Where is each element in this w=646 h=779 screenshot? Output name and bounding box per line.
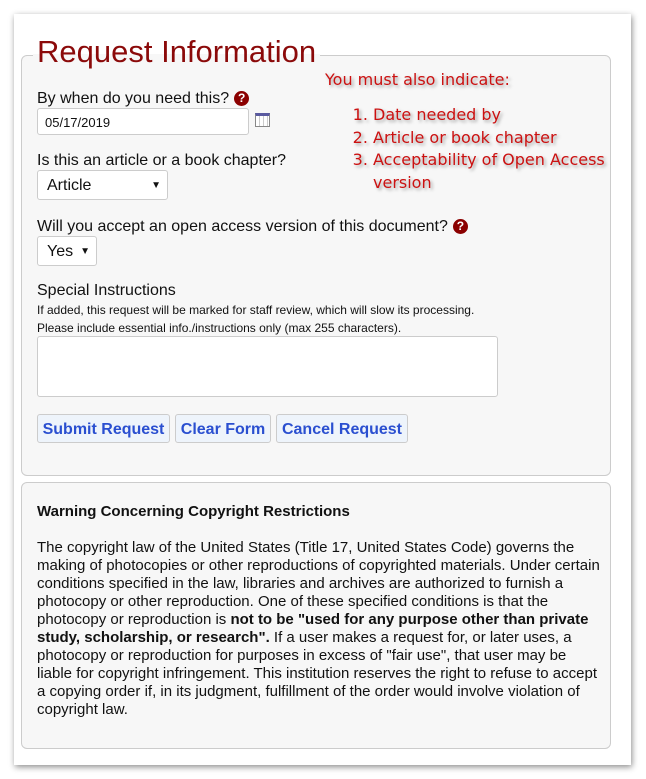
date-needed-label: By when do you need this??: [37, 90, 250, 108]
annotation-item: Article or book chapter: [373, 127, 605, 150]
annotation-heading: You must also indicate:: [325, 70, 510, 89]
annotation-list: Date needed by Article or book chapter A…: [325, 104, 605, 194]
copyright-warning: Warning Concerning Copyright Restriction…: [21, 482, 611, 749]
open-access-select[interactable]: Yes ▼: [37, 236, 97, 266]
article-type-label: Is this an article or a book chapter?: [37, 152, 287, 169]
open-access-label-text: Will you accept an open access version o…: [37, 218, 448, 235]
annotation-item: Acceptability of Open Access version: [373, 149, 605, 194]
date-needed-input[interactable]: 05/17/2019: [37, 108, 249, 135]
article-type-select[interactable]: Article ▼: [37, 170, 168, 200]
copyright-title: Warning Concerning Copyright Restriction…: [37, 503, 350, 520]
clear-form-button[interactable]: Clear Form: [175, 414, 271, 443]
cancel-request-button[interactable]: Cancel Request: [276, 414, 408, 443]
special-instructions-label: Special Instructions: [37, 282, 176, 299]
help-icon[interactable]: ?: [452, 219, 468, 234]
date-needed-label-text: By when do you need this?: [37, 90, 230, 107]
special-instructions-note: If added, this request will be marked fo…: [37, 303, 475, 317]
form-title: Request Information: [33, 34, 321, 70]
submit-request-button[interactable]: Submit Request: [37, 414, 170, 443]
article-type-value: Article: [47, 177, 92, 194]
open-access-value: Yes: [47, 243, 74, 260]
annotation-item: Date needed by: [373, 104, 605, 127]
special-instructions-note: Please include essential info./instructi…: [37, 321, 402, 335]
open-access-label: Will you accept an open access version o…: [37, 218, 468, 236]
chevron-down-icon: ▼: [80, 246, 90, 257]
chevron-down-icon: ▼: [151, 180, 161, 191]
copyright-text: The copyright law of the United States (…: [37, 539, 603, 719]
special-instructions-textarea[interactable]: [37, 336, 498, 397]
help-icon[interactable]: ?: [234, 91, 250, 106]
calendar-icon[interactable]: [255, 113, 270, 127]
